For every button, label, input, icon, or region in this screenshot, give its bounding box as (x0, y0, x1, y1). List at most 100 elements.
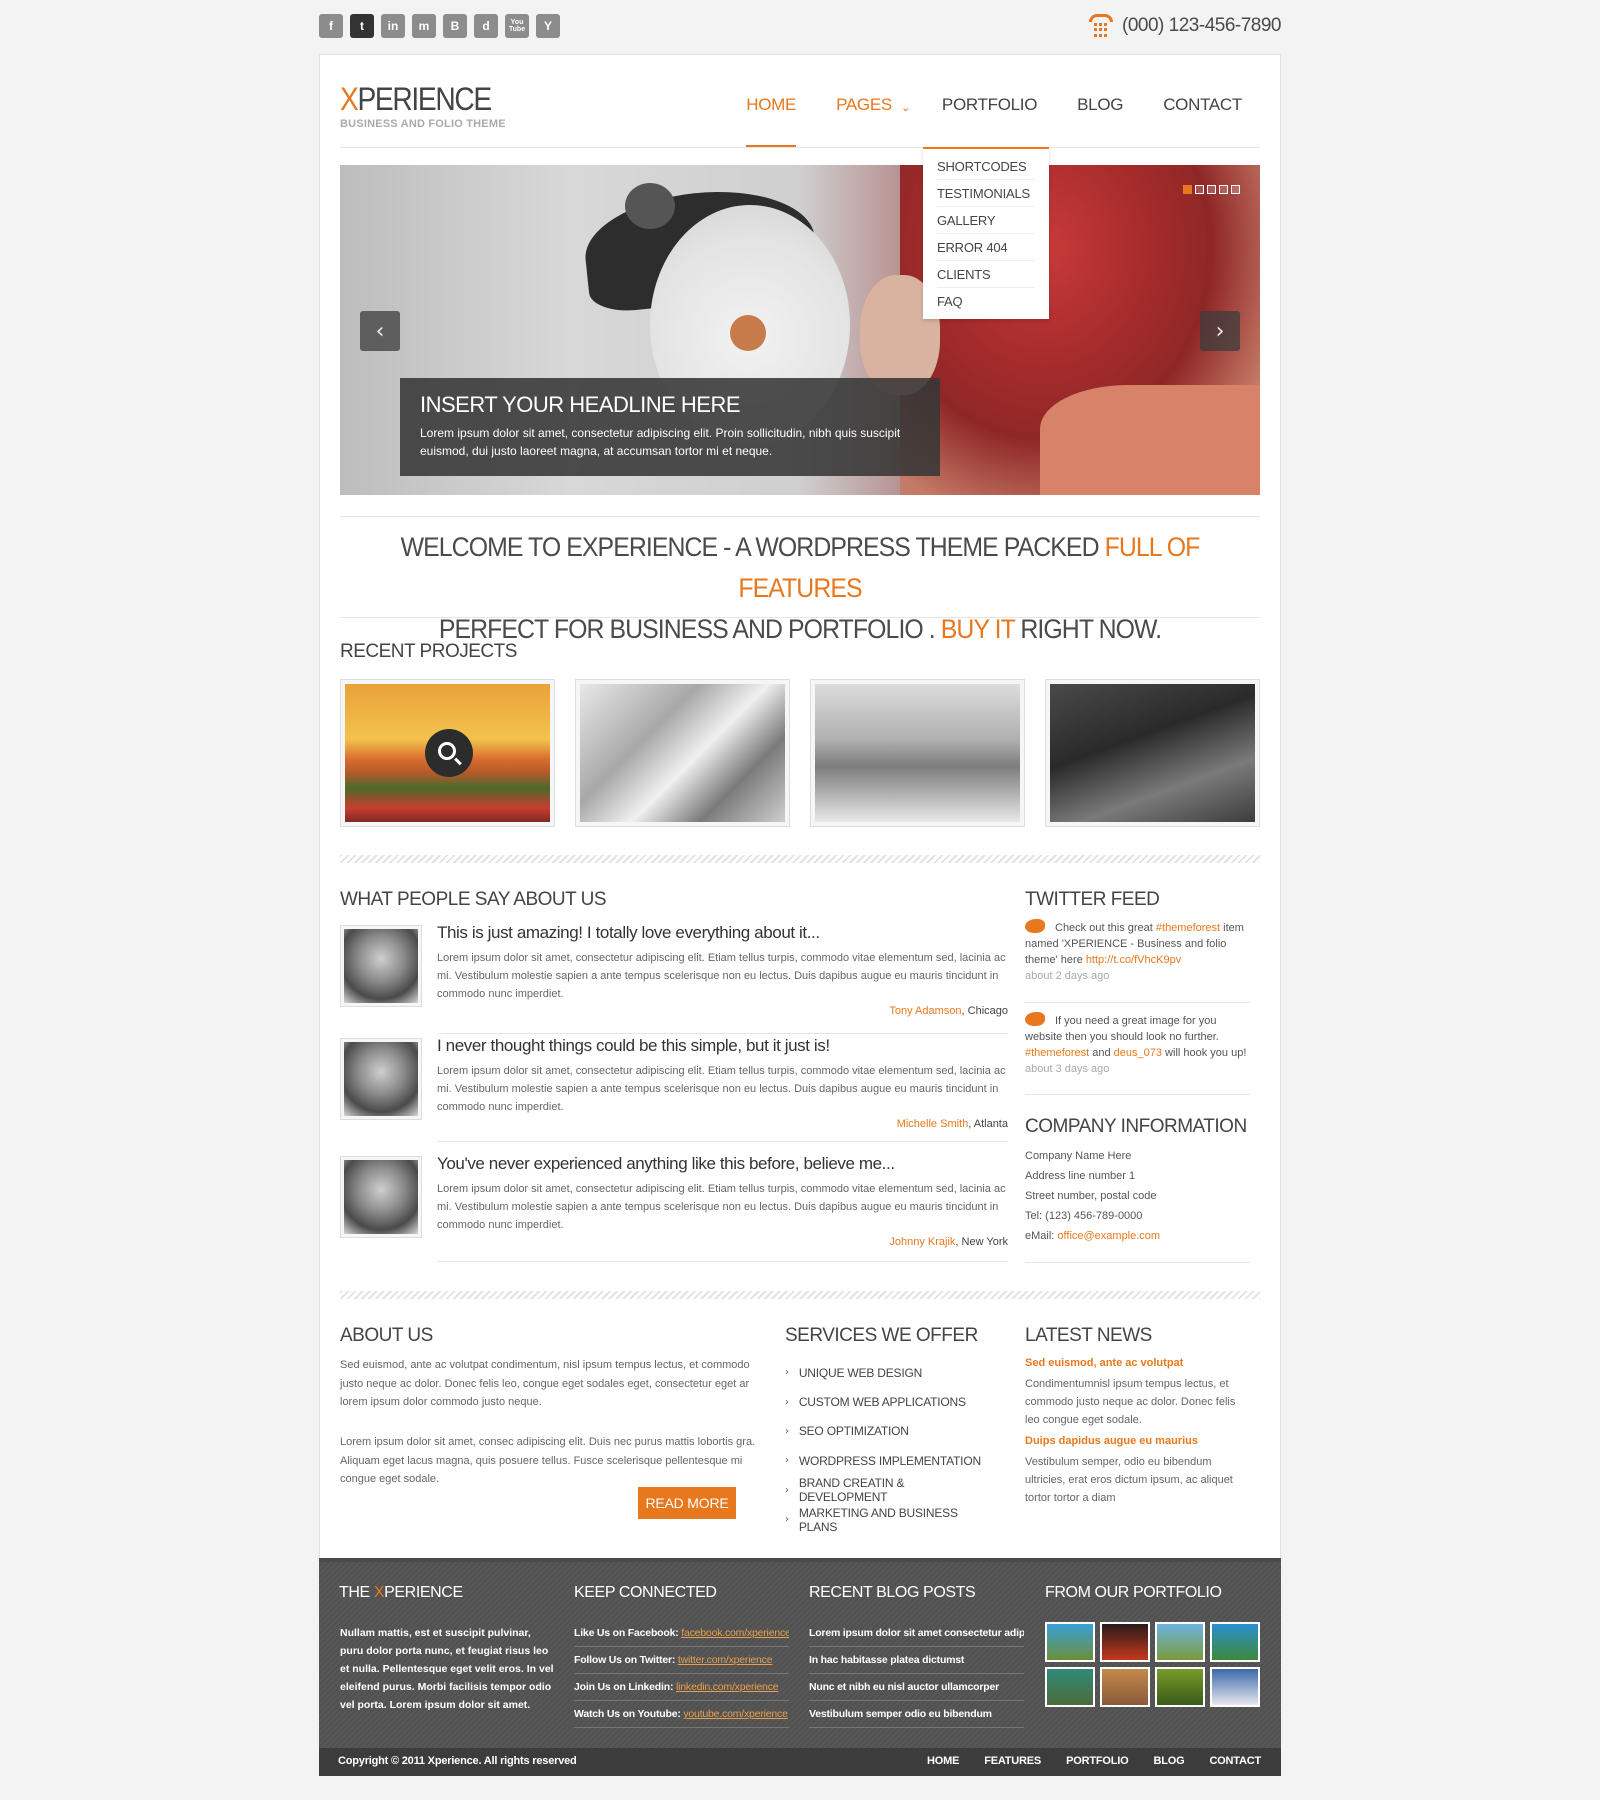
bottom-bar: Copyright © 2011 Xperience. All rights r… (319, 1748, 1281, 1776)
project-thumb[interactable] (575, 679, 790, 827)
slide-image-scarf (1040, 385, 1260, 495)
dropdown-item-shortcodes[interactable]: SHORTCODES (937, 153, 1035, 180)
dropdown-item-testimonials[interactable]: TESTIMONIALS (937, 180, 1035, 207)
slider-pagination (1183, 185, 1240, 194)
welcome-banner: WELCOME TO EXPERIENCE - A WORDPRESS THEM… (358, 527, 1241, 650)
portfolio-thumb[interactable] (1210, 1667, 1260, 1707)
slider-dot[interactable] (1231, 185, 1240, 194)
youtube-icon[interactable]: You Tube (505, 14, 529, 38)
facebook-link[interactable]: Like Us on Facebook: facebook.com/xperie… (574, 1620, 789, 1647)
slider-prev-arrow-icon[interactable]: ‹ (360, 311, 400, 351)
twitter-icon[interactable]: t (350, 14, 374, 38)
dropdown-item-clients[interactable]: CLIENTS (937, 261, 1035, 288)
divider (437, 1261, 1008, 1262)
portfolio-thumb[interactable] (1155, 1667, 1205, 1707)
delicious-icon[interactable]: d (474, 14, 498, 38)
recent-projects-title: RECENT PROJECTS (340, 641, 517, 662)
nav-portfolio[interactable]: PORTFOLIO (922, 95, 1057, 147)
news-title-link[interactable]: Duips dapidus augue eu maurius (1025, 1435, 1250, 1447)
portfolio-thumb[interactable] (1045, 1622, 1095, 1662)
chevron-right-icon: › (785, 1514, 789, 1526)
blog-post-link[interactable]: Nunc et nibh eu nisl auctor ullamcorper (809, 1674, 1024, 1701)
dropdown-item-error-404[interactable]: ERROR 404 (937, 234, 1035, 261)
portfolio-thumb[interactable] (1045, 1667, 1095, 1707)
recent-projects-grid (340, 679, 1260, 827)
service-item[interactable]: › BRAND CREATIN & DEVELOPMENT (785, 1476, 995, 1505)
social-icons: f t in m B d You Tube Y (319, 14, 560, 38)
linkedin-icon[interactable]: in (381, 14, 405, 38)
tweet-link[interactable]: http://t.co/fVhcK9pv (1086, 954, 1181, 966)
welcome-line2-end: RIGHT NOW. (1014, 614, 1162, 644)
linkedin-link[interactable]: Join Us on Linkedin: linkedin.com/xperie… (574, 1674, 789, 1701)
portfolio-thumb[interactable] (1210, 1622, 1260, 1662)
myspace-icon[interactable]: m (412, 14, 436, 38)
service-item[interactable]: › MARKETING AND BUSINESS PLANS (785, 1505, 995, 1534)
dropdown-item-faq[interactable]: FAQ (937, 288, 1035, 315)
service-item[interactable]: › UNIQUE WEB DESIGN (785, 1358, 995, 1387)
project-thumb[interactable] (1045, 679, 1260, 827)
youtube-link[interactable]: Watch Us on Youtube: youtube.com/xperien… (574, 1701, 789, 1728)
recent-blog-posts-list: Lorem ipsum dolor sit amet consectetur a… (809, 1620, 1024, 1728)
hatched-divider (340, 1291, 1260, 1299)
service-item[interactable]: › CUSTOM WEB APPLICATIONS (785, 1387, 995, 1416)
testimonial-title: This is just amazing! I totally love eve… (437, 923, 820, 942)
slider-next-arrow-icon[interactable]: › (1200, 311, 1240, 351)
blogger-icon[interactable]: B (443, 14, 467, 38)
nav-blog[interactable]: BLOG (1057, 95, 1143, 147)
slider-dot[interactable] (1183, 185, 1192, 194)
hatched-divider (340, 855, 1260, 863)
service-label: UNIQUE WEB DESIGN (798, 1365, 923, 1380)
latest-news-title: LATEST NEWS (1025, 1325, 1152, 1346)
testimonial-author: Michelle Smith, Atlanta (437, 1118, 1008, 1130)
service-label: CUSTOM WEB APPLICATIONS (798, 1395, 966, 1410)
news-title-link[interactable]: Sed euismod, ante ac volutpat (1025, 1357, 1250, 1369)
footer-nav-features[interactable]: FEATURES (984, 1755, 1041, 1767)
slider-dot[interactable] (1207, 185, 1216, 194)
project-thumb[interactable] (340, 679, 555, 827)
welcome-line1: WELCOME TO EXPERIENCE - A WORDPRESS THEM… (400, 532, 1105, 562)
slide-text: Lorem ipsum dolor sit amet, consectetur … (420, 426, 901, 458)
author-name-link[interactable]: Michelle Smith (897, 1118, 969, 1130)
service-item[interactable]: › SEO OPTIMIZATION (785, 1417, 995, 1446)
slider-dot[interactable] (1219, 185, 1228, 194)
twitter-link[interactable]: Follow Us on Twitter: twitter.com/xperie… (574, 1647, 789, 1674)
keep-connected-list: Like Us on Facebook: facebook.com/xperie… (574, 1620, 789, 1728)
email-link[interactable]: office@example.com (1057, 1230, 1160, 1242)
chevron-right-icon: › (785, 1367, 789, 1379)
author-name-link[interactable]: Johnny Krajik (889, 1236, 955, 1248)
divider (1025, 1262, 1250, 1263)
buy-it-link[interactable]: BUY IT (941, 614, 1016, 644)
portfolio-thumb[interactable] (1100, 1667, 1150, 1707)
slide-caption: INSERT YOUR HEADLINE HERE Lorem ipsum do… (400, 378, 940, 476)
dropdown-item-gallery[interactable]: GALLERY (937, 207, 1035, 234)
nav-pages[interactable]: PAGES ⌄ (816, 95, 922, 147)
author-name-link[interactable]: Tony Adamson (889, 1005, 961, 1017)
footer-nav-blog[interactable]: BLOG (1153, 1755, 1184, 1767)
facebook-icon[interactable]: f (319, 14, 343, 38)
testimonials-title: WHAT PEOPLE SAY ABOUT US (340, 889, 607, 910)
yahoo-icon[interactable]: Y (536, 14, 560, 38)
logo-text: PERIENCE (357, 81, 492, 117)
footer-nav-portfolio[interactable]: PORTFOLIO (1066, 1755, 1129, 1767)
slider-dot[interactable] (1195, 185, 1204, 194)
about-title: ABOUT US (340, 1325, 433, 1346)
tweet-time: about 3 days ago (1025, 1063, 1110, 1075)
nav-home[interactable]: HOME (726, 95, 816, 147)
service-item[interactable]: › WORDPRESS IMPLEMENTATION (785, 1446, 995, 1475)
hashtag-link[interactable]: #themeforest (1156, 922, 1220, 934)
portfolio-thumb[interactable] (1100, 1622, 1150, 1662)
logo[interactable]: XPERIENCE BUSINESS AND FOLIO THEME (340, 81, 511, 130)
blog-post-link[interactable]: In hac habitasse platea dictumst (809, 1647, 1024, 1674)
project-thumb[interactable] (810, 679, 1025, 827)
read-more-button[interactable]: READ MORE (638, 1487, 736, 1519)
footer-nav-home[interactable]: HOME (927, 1755, 959, 1767)
footer-nav-contact[interactable]: CONTACT (1209, 1755, 1261, 1767)
portfolio-thumb[interactable] (1155, 1622, 1205, 1662)
hashtag-link[interactable]: #themeforest (1025, 1047, 1089, 1059)
blog-post-link[interactable]: Lorem ipsum dolor sit amet consectetur a… (809, 1620, 1024, 1647)
zoom-icon[interactable] (425, 729, 473, 777)
user-link[interactable]: deus_073 (1114, 1047, 1162, 1059)
divider (340, 516, 1260, 517)
blog-post-link[interactable]: Vestibulum semper odio eu bibendum (809, 1701, 1024, 1728)
nav-contact[interactable]: CONTACT (1143, 95, 1262, 147)
